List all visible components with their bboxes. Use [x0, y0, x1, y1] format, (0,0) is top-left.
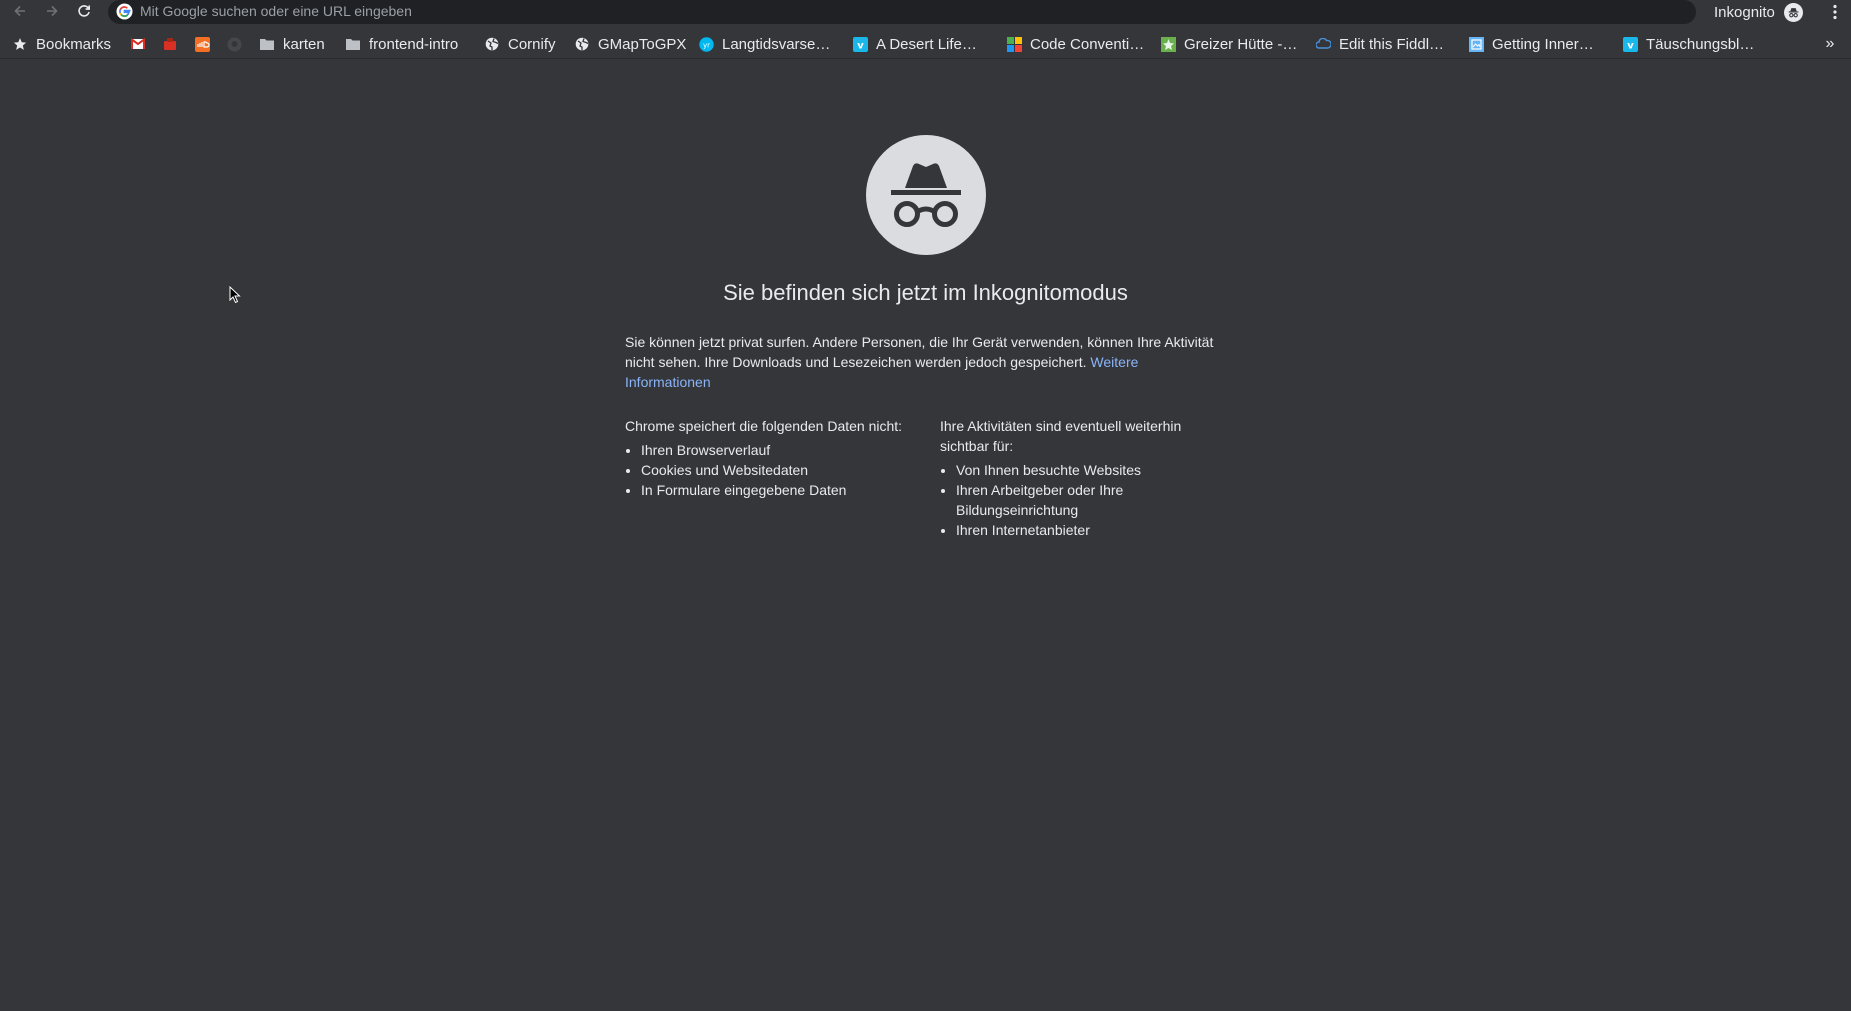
bookmark-item-taeuschungsbl[interactable]: v Täuschungsbl… — [1622, 30, 1754, 58]
reload-icon — [78, 5, 90, 17]
star-icon — [12, 36, 28, 52]
mouse-cursor-icon — [229, 286, 241, 304]
not-saved-title: Chrome speichert die folgenden Daten nic… — [625, 418, 903, 434]
folder-icon — [259, 36, 275, 52]
fiddle-icon — [1315, 36, 1331, 52]
arrow-left-icon — [14, 5, 25, 17]
arrow-right-icon — [47, 5, 58, 17]
bookmarks-bar: Bookmarks karten frontend-intro Cornify … — [0, 30, 1851, 59]
google-icon — [116, 3, 133, 20]
vimeo-icon: v — [852, 36, 868, 52]
bookmark-item-bookmarks[interactable]: Bookmarks — [12, 30, 111, 58]
more-bookmarks-button[interactable]: » — [1820, 30, 1840, 58]
bookmark-item-red-app[interactable] — [162, 30, 178, 58]
bookmark-label: Getting Inner… — [1492, 35, 1594, 53]
bookmark-label: A Desert Life… — [876, 35, 977, 53]
bookmark-label: frontend-intro — [369, 35, 459, 53]
svg-text:v: v — [1627, 40, 1634, 51]
list-item: Ihren Arbeitgeber oder Ihre Bildungseinr… — [956, 480, 1205, 520]
list-item: Ihren Internetanbieter — [956, 520, 1205, 540]
list-item: Ihren Browserverlauf — [641, 440, 925, 460]
vimeo-icon: v — [1622, 36, 1638, 52]
bookmark-item-a-desert-life[interactable]: v A Desert Life… — [852, 30, 977, 58]
leaf-icon — [1160, 36, 1176, 52]
code-icon — [1006, 36, 1022, 52]
bookmark-label: Code Conventi… — [1030, 35, 1145, 53]
svg-text:v: v — [857, 40, 864, 51]
chrome-menu-button[interactable] — [1824, 0, 1846, 24]
bookmark-item-github[interactable] — [226, 30, 242, 58]
bookmark-label: Bookmarks — [36, 35, 112, 53]
incognito-ntp: Sie befinden sich jetzt im Inkognitomodu… — [0, 0, 1851, 1011]
forward-button[interactable] — [41, 0, 63, 22]
not-saved-list: Ihren Browserverlauf Cookies und Website… — [625, 440, 925, 500]
bookmark-label: Cornify — [508, 35, 556, 53]
red-app-icon — [162, 36, 178, 52]
bookmark-label: Langtidsvarse… — [722, 35, 831, 53]
bookmark-label: Greizer Hütte -… — [1184, 35, 1298, 53]
still-visible-title: Ihre Aktivitäten sind eventuell weiterhi… — [940, 418, 1182, 454]
list-item: Cookies und Websitedaten — [641, 460, 925, 480]
bookmark-item-getting-inner[interactable]: Getting Inner… — [1468, 30, 1594, 58]
kebab-menu-icon — [1833, 4, 1837, 20]
yr-icon: yr — [698, 36, 714, 52]
bookmark-item-karten[interactable]: karten — [259, 30, 325, 58]
page-title: Sie befinden sich jetzt im Inkognitomodu… — [723, 280, 1128, 305]
bookmark-label: karten — [283, 35, 325, 53]
soundcloud-icon — [194, 36, 210, 52]
intro-paragraph: Sie können jetzt privat surfen. Andere P… — [625, 332, 1225, 392]
list-item: Von Ihnen besuchte Websites — [956, 460, 1205, 480]
still-visible-list: Von Ihnen besuchte Websites Ihren Arbeit… — [940, 460, 1205, 540]
bookmark-item-edit-this-fiddle[interactable]: Edit this Fiddl… — [1315, 30, 1444, 58]
globe-icon — [484, 36, 500, 52]
folder-icon — [345, 36, 361, 52]
bookmark-item-soundcloud[interactable] — [194, 30, 210, 58]
browser-toolbar: Inkognito — [0, 0, 1851, 24]
github-icon — [226, 36, 242, 52]
photo-icon — [1468, 36, 1484, 52]
incognito-icon — [866, 135, 986, 255]
profile-label: Inkognito — [1714, 3, 1775, 21]
globe-icon — [574, 36, 590, 52]
bookmark-item-gmaptogpx[interactable]: GMapToGPX — [574, 30, 686, 58]
incognito-avatar-icon — [1783, 2, 1803, 22]
bookmark-item-frontend-intro[interactable]: frontend-intro — [345, 30, 458, 58]
bookmark-item-greizer-huette[interactable]: Greizer Hütte -… — [1160, 30, 1297, 58]
omnibox-input[interactable] — [140, 1, 1640, 21]
bookmark-label: Edit this Fiddl… — [1339, 35, 1445, 53]
profile-button[interactable]: Inkognito — [1714, 0, 1803, 24]
bookmark-item-langtidsvarsel[interactable]: yr Langtidsvarse… — [698, 30, 830, 58]
back-button[interactable] — [9, 0, 31, 22]
still-visible-section: Ihre Aktivitäten sind eventuell weiterhi… — [940, 416, 1205, 540]
bookmark-item-cornify[interactable]: Cornify — [484, 30, 556, 58]
list-item: In Formulare eingegebene Daten — [641, 480, 925, 500]
reload-button[interactable] — [73, 0, 95, 22]
not-saved-section: Chrome speichert die folgenden Daten nic… — [625, 416, 925, 500]
omnibox[interactable] — [108, 0, 1696, 24]
svg-text:yr: yr — [702, 41, 709, 49]
bookmark-item-code-conventions[interactable]: Code Conventi… — [1006, 30, 1144, 58]
gmail-icon — [130, 36, 146, 52]
bookmark-item-gmail[interactable] — [130, 30, 146, 58]
bookmark-label: Täuschungsbl… — [1646, 35, 1755, 53]
bookmark-label: GMapToGPX — [598, 35, 687, 53]
double-chevron-right-icon: » — [1825, 35, 1835, 52]
